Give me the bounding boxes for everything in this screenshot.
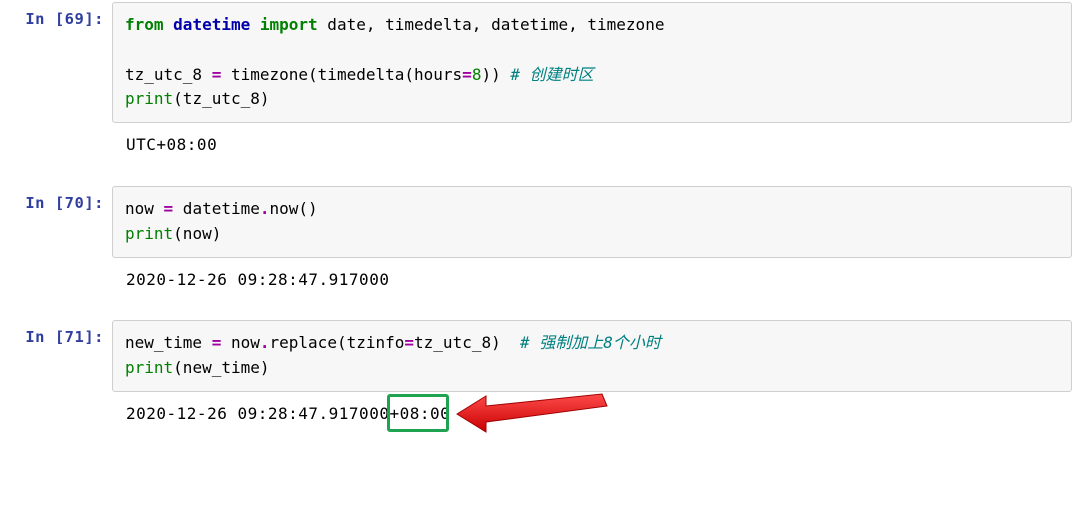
code-input-70[interactable]: now = datetime.now() print(now) [112,186,1072,258]
output-row-70: . 2020-12-26 09:28:47.917000 [0,260,1080,303]
cell-output-71: 2020-12-26 09:28:47.917000+08:00 [112,394,1080,511]
code-line: new_time = now.replace(tzinfo=tz_utc_8) … [125,331,1059,356]
code-line: print(tz_utc_8) [125,87,1059,112]
module-name: datetime [173,15,250,34]
output-row-69: . UTC+08:00 [0,125,1080,168]
code-line: from datetime import date, timedelta, da… [125,13,1059,38]
kw-from: from [125,15,164,34]
code-line: print(now) [125,222,1059,247]
arrow-icon [452,382,612,442]
code-line: now = datetime.now() [125,197,1059,222]
cell-output-70: 2020-12-26 09:28:47.917000 [112,260,1080,303]
output-pre: 2020-12-26 09:28:47.917000+ [126,404,400,423]
cell-70: In [70]: now = datetime.now() print(now) [0,184,1080,260]
code-line: print(new_time) [125,356,1059,381]
prompt-69: In [69]: [0,0,112,125]
import-list: date, timedelta, datetime, timezone [318,15,665,34]
prompt-70: In [70]: [0,184,112,260]
comment: # 创建时区 [510,65,593,84]
cell-output-69: UTC+08:00 [112,125,1080,168]
prompt-71: In [71]: [0,318,112,394]
code-line: tz_utc_8 = timezone(timedelta(hours=8)) … [125,63,1059,88]
blank-line [125,38,1059,63]
cell-69: In [69]: from datetime import date, time… [0,0,1080,125]
highlight-box [387,394,449,432]
output-row-71: . 2020-12-26 09:28:47.917000+08:00 [0,394,1080,511]
kw-import: import [260,15,318,34]
code-input-69[interactable]: from datetime import date, timedelta, da… [112,2,1072,123]
comment: # 强制加上8个小时 [520,333,661,352]
